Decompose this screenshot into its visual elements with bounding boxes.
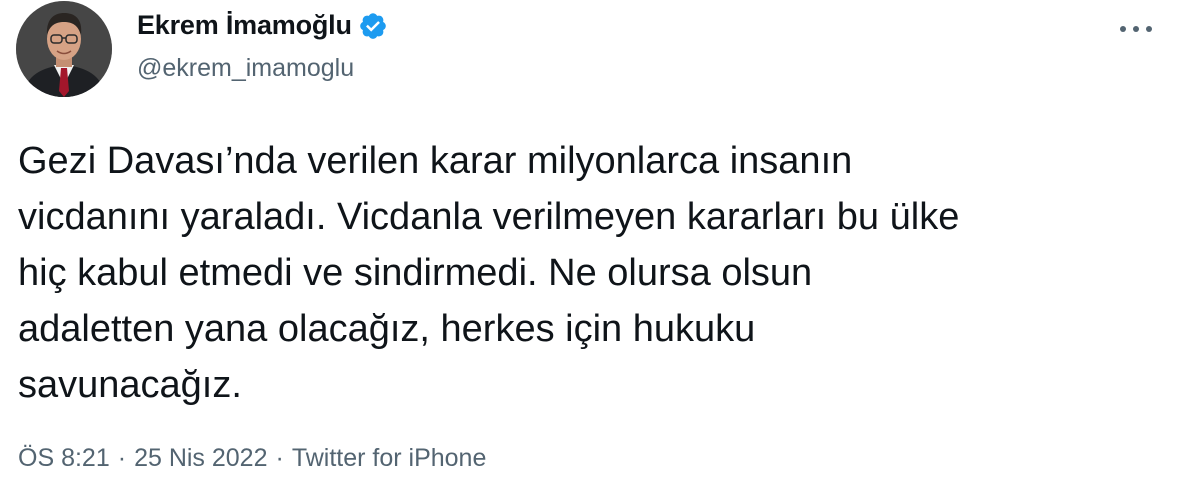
tweet-meta: ÖS 8:21 · 25 Nis 2022 · Twitter for iPho… [18, 444, 486, 473]
author-handle[interactable]: @ekrem_imamoglu [137, 54, 354, 83]
author-name-row[interactable]: Ekrem İmamoğlu [137, 10, 388, 41]
verified-badge-icon [358, 11, 388, 41]
profile-photo-icon [16, 1, 112, 97]
tweet-text: Gezi Davası’nda verilen karar milyonlarc… [18, 140, 960, 406]
author-display-name[interactable]: Ekrem İmamoğlu [137, 10, 352, 41]
tweet-card: Ekrem İmamoğlu @ekrem_imamoglu Gezi Dava… [0, 0, 1194, 502]
meta-separator: · [275, 444, 284, 472]
tweet-time[interactable]: ÖS 8:21 [18, 444, 110, 473]
more-options-button[interactable] [1114, 14, 1158, 44]
tweet-source[interactable]: Twitter for iPhone [292, 444, 487, 473]
avatar[interactable] [16, 1, 112, 97]
tweet-date[interactable]: 25 Nis 2022 [134, 444, 267, 473]
more-horizontal-icon [1120, 26, 1152, 32]
meta-separator: · [117, 444, 127, 472]
